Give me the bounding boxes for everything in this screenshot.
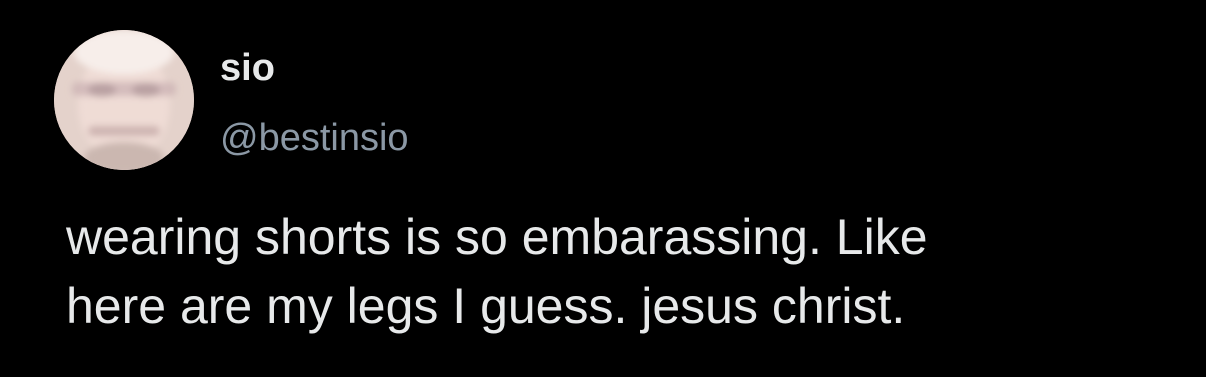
user-handle[interactable]: @bestinsio — [220, 112, 409, 164]
display-name[interactable]: sio — [220, 42, 275, 94]
tweet-text: wearing shorts is so embarassing. Like h… — [66, 209, 928, 334]
avatar[interactable] — [54, 30, 194, 170]
avatar-photo — [54, 30, 194, 170]
tweet-card: sio @bestinsio wearing shorts is so emba… — [0, 0, 1206, 377]
